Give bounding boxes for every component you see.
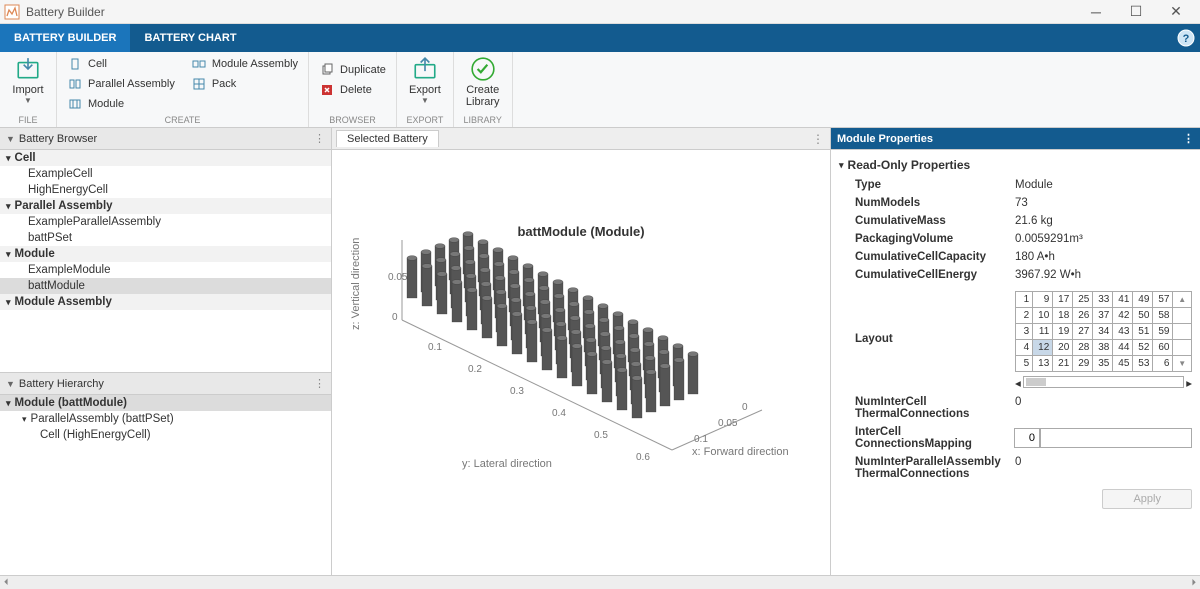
svg-text:0.1: 0.1 (694, 434, 708, 445)
check-icon (470, 56, 496, 82)
prop-num-models: NumModels73 (839, 194, 1192, 212)
create-library-button[interactable]: CreateLibrary (460, 54, 506, 110)
tree-group-parallel-assembly[interactable]: ▾Parallel Assembly (0, 198, 331, 214)
create-module-button[interactable]: Module (63, 94, 179, 113)
duplicate-icon (319, 62, 335, 78)
module-icon (67, 96, 83, 112)
tree-group-module-assembly[interactable]: ▾Module Assembly (0, 294, 331, 310)
module-render: 0.05 0 0.1 0.2 0.3 0.4 0.5 0.6 0 0.05 0.… (332, 180, 832, 520)
svg-text:0.3: 0.3 (510, 386, 524, 397)
ribbon-group-browser: Duplicate Delete BROWSER (309, 52, 397, 127)
prop-packaging-volume: PackagingVolume0.0059291m³ (839, 230, 1192, 248)
tree-item[interactable]: battPSet (0, 230, 331, 246)
battery-browser-tree: ▾Cell ExampleCell HighEnergyCell ▾Parall… (0, 150, 331, 372)
svg-text:0: 0 (742, 402, 748, 413)
close-button[interactable]: ✕ (1156, 1, 1196, 23)
properties-menu-button[interactable]: ⋮ (1183, 132, 1194, 145)
ribbon-group-create: Cell Parallel Assembly Module Module Ass… (57, 52, 309, 127)
selected-battery-tab[interactable]: Selected Battery (336, 130, 439, 147)
app-icon (4, 4, 20, 20)
export-button[interactable]: Export ▼ (403, 54, 447, 107)
ribbon-group-file: Import ▼ FILE (0, 52, 57, 127)
prop-inter-cell-mapping: InterCellConnectionsMapping (839, 423, 1192, 453)
svg-text:0.6: 0.6 (636, 452, 650, 463)
import-icon (15, 56, 41, 82)
prop-num-inter-pa-thermal: NumInterParallelAssemblyThermalConnectio… (839, 453, 1192, 483)
window-title: Battery Builder (26, 5, 1076, 19)
duplicate-button[interactable]: Duplicate (315, 60, 390, 79)
minimize-button[interactable]: ─ (1076, 1, 1116, 23)
svg-text:0.1: 0.1 (428, 342, 442, 353)
tree-group-cell[interactable]: ▾Cell (0, 150, 331, 166)
svg-text:0.5: 0.5 (594, 430, 608, 441)
tree-item[interactable]: ExampleParallelAssembly (0, 214, 331, 230)
create-module-assembly-button[interactable]: Module Assembly (187, 54, 302, 73)
svg-text:0.05: 0.05 (718, 418, 738, 429)
x-axis-label: x: Forward direction (692, 446, 789, 458)
delete-icon (319, 82, 335, 98)
svg-text:0.2: 0.2 (468, 364, 482, 375)
apply-button[interactable]: Apply (1102, 489, 1192, 509)
prop-type: TypeModule (839, 176, 1192, 194)
svg-text:?: ? (1183, 33, 1190, 45)
chevron-down-icon: ▼ (24, 96, 32, 105)
prop-num-inter-cell-thermal: NumInterCellThermalConnections 0 (839, 393, 1192, 423)
svg-text:0.4: 0.4 (552, 408, 566, 419)
ribbon-group-library: CreateLibrary LIBRARY (454, 52, 513, 127)
z-axis-label: z: Vertical direction (350, 238, 362, 330)
module-properties-header: Module Properties ⋮ (831, 128, 1200, 150)
tab-strip: BATTERY BUILDER BATTERY CHART ? (0, 24, 1200, 52)
create-cell-button[interactable]: Cell (63, 54, 179, 73)
hierarchy-menu-button[interactable]: ⋮ (314, 377, 325, 390)
browser-menu-button[interactable]: ⋮ (314, 132, 325, 145)
tab-battery-chart[interactable]: BATTERY CHART (130, 24, 250, 52)
hierarchy-root[interactable]: ▾Module (battModule) (0, 395, 331, 411)
title-bar: Battery Builder ─ ☐ ✕ (0, 0, 1200, 24)
export-icon (412, 56, 438, 82)
tree-group-module[interactable]: ▾Module (0, 246, 331, 262)
tree-item[interactable]: ExampleCell (0, 166, 331, 182)
chevron-down-icon: ▼ (421, 96, 429, 105)
prop-cumulative-cell-energy: CumulativeCellEnergy3967.92 W•h (839, 266, 1192, 284)
maximize-button[interactable]: ☐ (1116, 1, 1156, 23)
tree-item-selected[interactable]: battModule (0, 278, 331, 294)
pack-icon (191, 76, 207, 92)
create-parallel-assembly-button[interactable]: Parallel Assembly (63, 74, 179, 93)
battery-browser-header: ▼Battery Browser ⋮ (0, 128, 331, 150)
module-3d-chart[interactable]: battModule (Module) 0.05 0 0.1 0.2 0.3 0… (332, 150, 830, 575)
cell-icon (67, 56, 83, 72)
prop-cumulative-cell-capacity: CumulativeCellCapacity180 A•h (839, 248, 1192, 266)
battery-hierarchy-header: ▼Battery Hierarchy ⋮ (0, 373, 331, 395)
bottom-scrollbar[interactable]: ⏴⏵ (0, 575, 1200, 589)
import-button[interactable]: Import ▼ (6, 54, 50, 107)
ribbon: Import ▼ FILE Cell Parallel Assembly Mod… (0, 52, 1200, 128)
tree-item[interactable]: ExampleModule (0, 262, 331, 278)
prop-layout: Layout 19172533414957▲210182637425058311… (839, 284, 1192, 393)
layout-scrollbar[interactable]: ◂▸ (1015, 376, 1192, 390)
inter-cell-mapping-value[interactable] (1040, 428, 1192, 448)
hierarchy-item[interactable]: ▾ParallelAssembly (battPSet) (0, 411, 331, 427)
create-pack-button[interactable]: Pack (187, 74, 302, 93)
parallel-assembly-icon (67, 76, 83, 92)
svg-text:0: 0 (392, 312, 398, 323)
read-only-properties-header[interactable]: ▾Read-Only Properties (839, 154, 1192, 176)
help-button[interactable]: ? (1172, 24, 1200, 52)
delete-button[interactable]: Delete (315, 80, 390, 99)
ribbon-group-export: Export ▼ EXPORT (397, 52, 454, 127)
selected-battery-tabrow: Selected Battery ⋮ (332, 128, 830, 150)
layout-grid[interactable]: 19172533414957▲2101826374250583111927344… (1015, 291, 1192, 372)
y-axis-label: y: Lateral direction (462, 458, 552, 470)
module-assembly-icon (191, 56, 207, 72)
svg-text:0.05: 0.05 (388, 272, 408, 283)
hierarchy-item[interactable]: Cell (HighEnergyCell) (0, 427, 331, 443)
inter-cell-mapping-index[interactable] (1014, 428, 1040, 448)
tree-item[interactable]: HighEnergyCell (0, 182, 331, 198)
chart-menu-button[interactable]: ⋮ (806, 132, 830, 146)
prop-cumulative-mass: CumulativeMass21.6 kg (839, 212, 1192, 230)
tab-battery-builder[interactable]: BATTERY BUILDER (0, 24, 130, 52)
